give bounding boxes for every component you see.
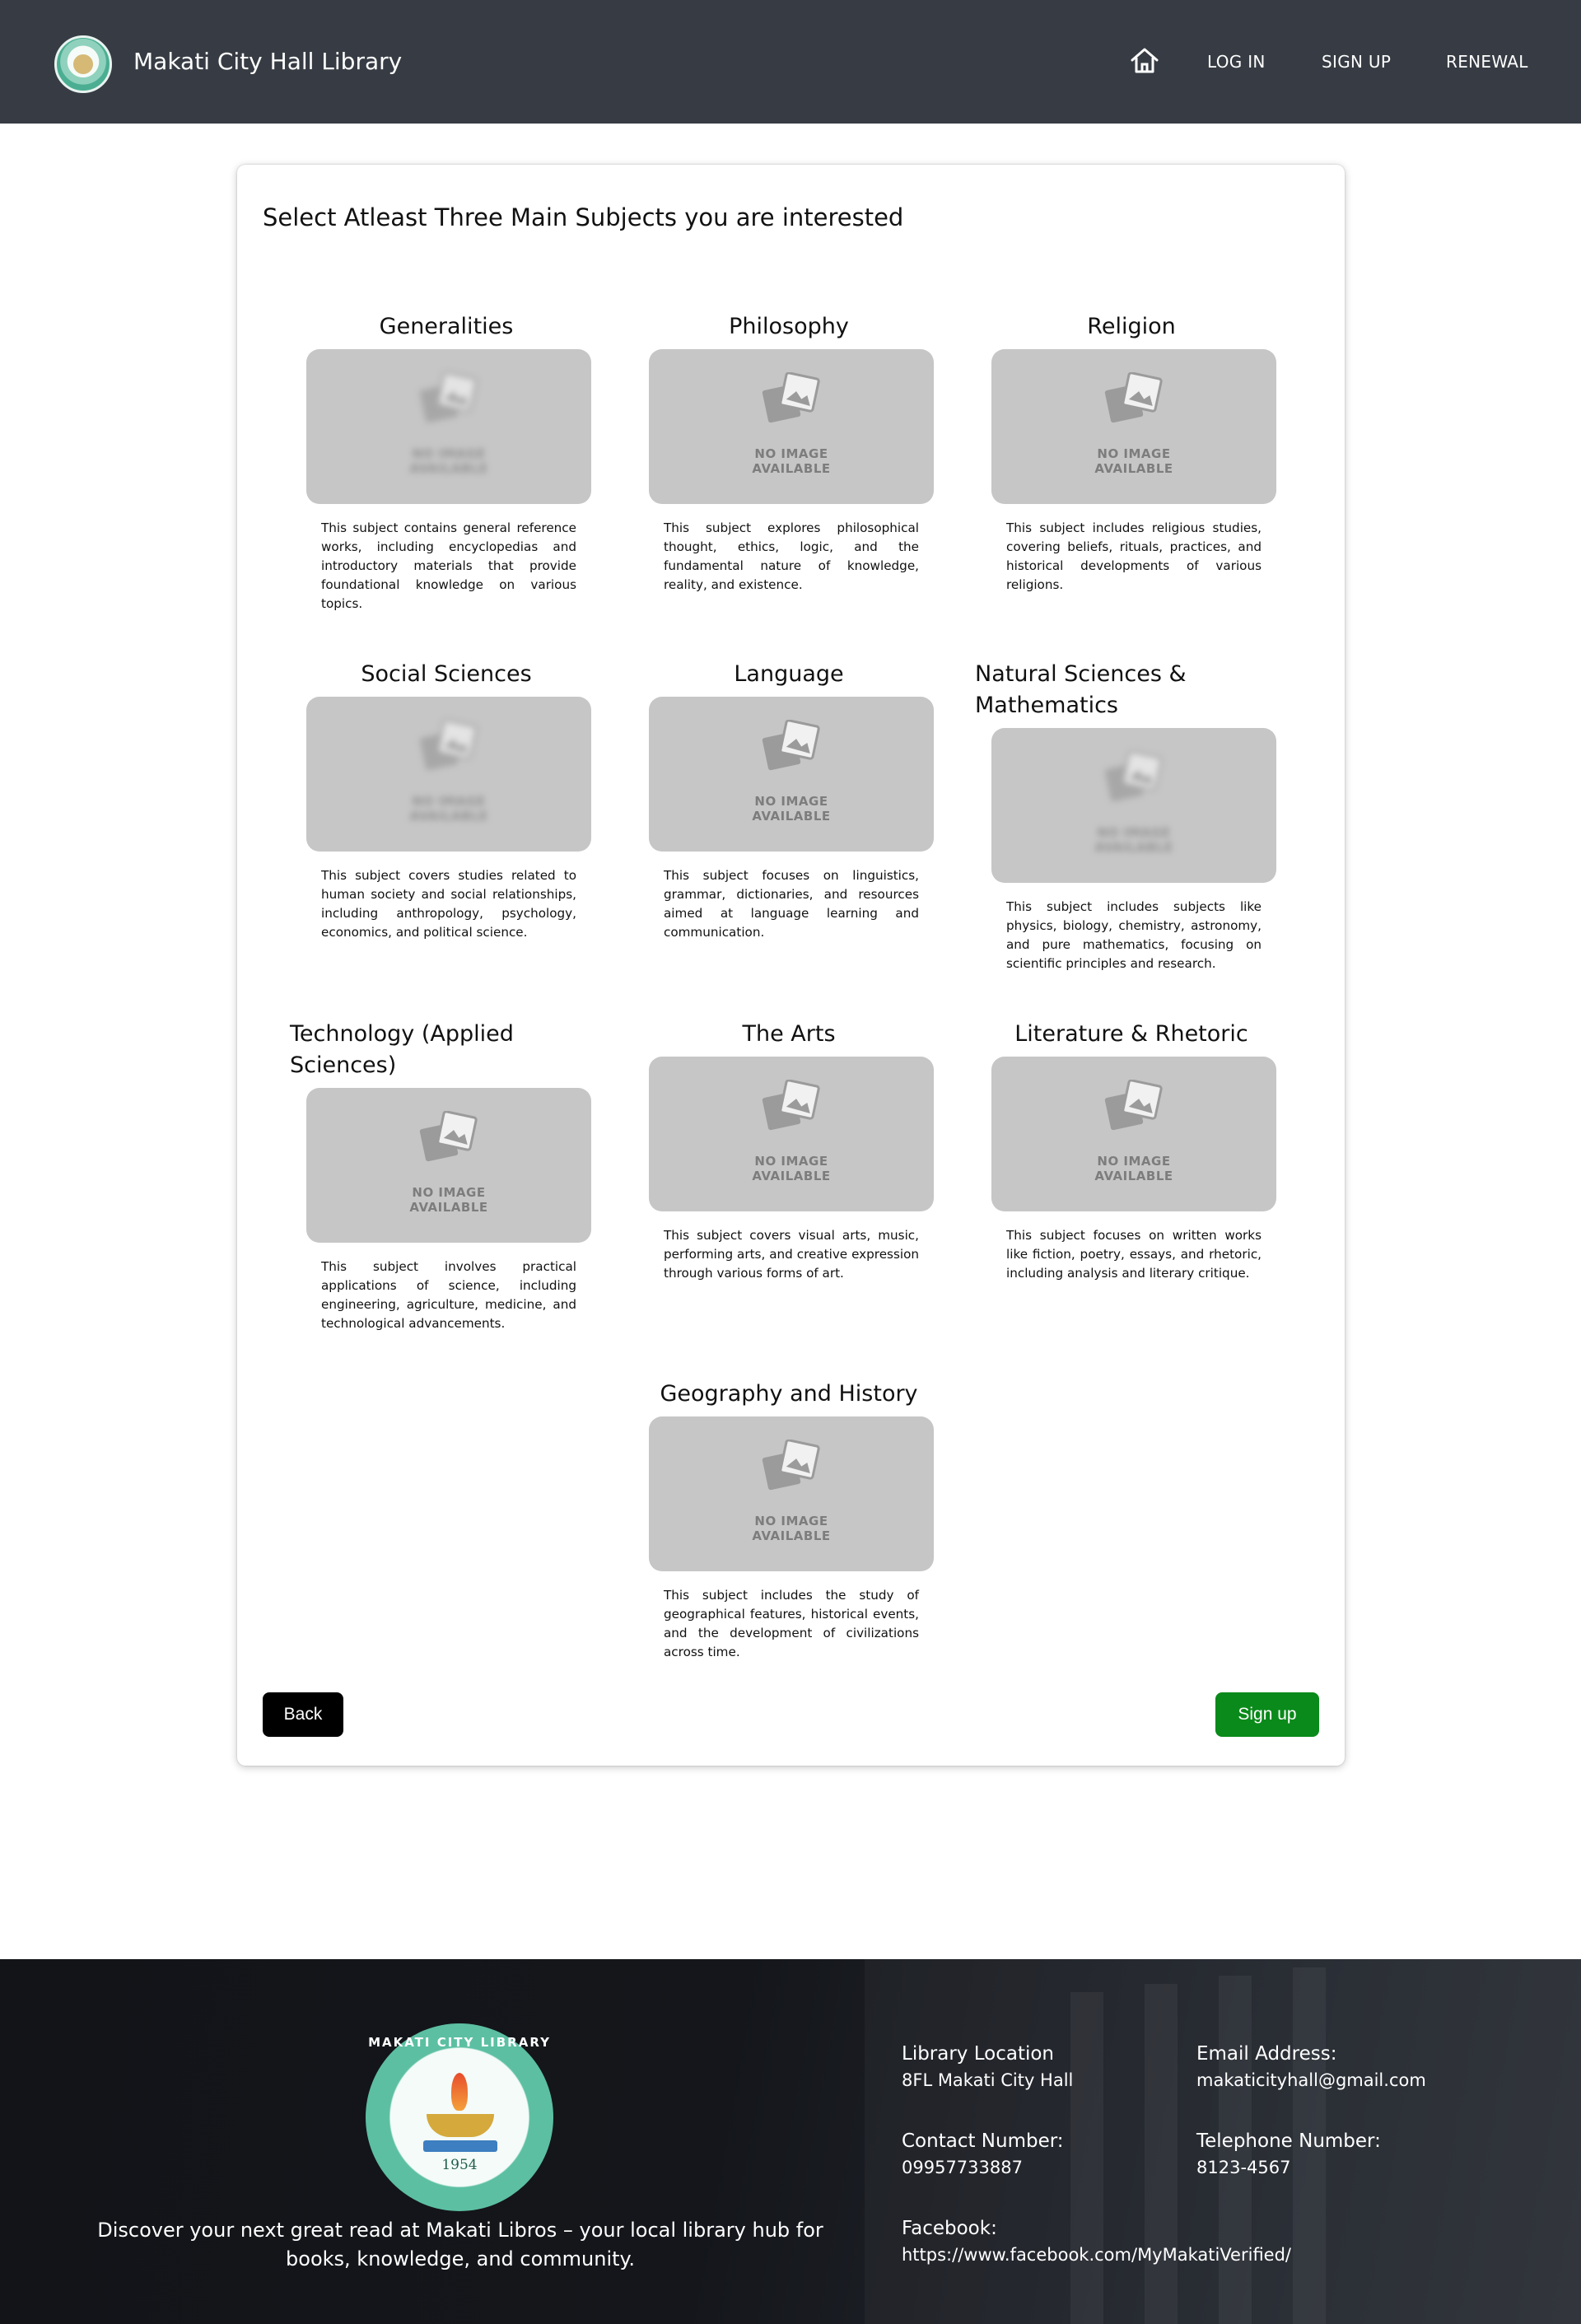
image-placeholder-icon <box>1104 372 1163 423</box>
subject-title: Natural Sciences & Mathematics <box>975 661 1187 718</box>
contact-value: 09957733887 <box>902 2158 1023 2177</box>
image-placeholder-icon <box>762 720 820 771</box>
image-placeholder-icon <box>419 720 478 771</box>
page-title: Select Atleast Three Main Subjects you a… <box>263 203 904 231</box>
subject-image-placeholder[interactable]: NO IMAGE AVAILABLE <box>649 1057 934 1211</box>
nav-login-link[interactable]: LOG IN <box>1207 49 1266 74</box>
subject-image-placeholder[interactable]: NO IMAGE AVAILABLE <box>306 349 591 504</box>
subject-description: This subject includes the study of geogr… <box>664 1588 919 1659</box>
subject-selection-card: Select Atleast Three Main Subjects you a… <box>237 165 1345 1766</box>
footer: MAKATI CITY LIBRARY 1954 Discover your n… <box>0 1959 1581 2324</box>
subject-description: This subject focuses on linguistics, gra… <box>664 868 919 940</box>
subject-title: Technology (Applied Sciences) <box>290 1021 514 1078</box>
subject-title: Philosophy <box>729 314 849 339</box>
subject-description: This subject explores philosophical thou… <box>664 520 919 592</box>
footer-background-building <box>1145 1984 1178 2324</box>
signup-button[interactable]: Sign up <box>1215 1692 1319 1737</box>
email-value[interactable]: makaticityhall@gmail.com <box>1196 2068 1426 2093</box>
subject-title: The Arts <box>742 1021 836 1047</box>
telephone-value: 8123-4567 <box>1196 2158 1291 2177</box>
no-image-label: NO IMAGE AVAILABLE <box>752 1514 831 1543</box>
image-placeholder-icon <box>762 372 820 423</box>
nav-signup-link[interactable]: SIGN UP <box>1322 49 1391 74</box>
image-placeholder-icon <box>1104 1080 1163 1131</box>
subject-description: This subject includes subjects like phys… <box>1006 899 1262 971</box>
no-image-label: NO IMAGE AVAILABLE <box>752 794 831 824</box>
email-label: Email Address: <box>1196 2043 1337 2065</box>
subject-image-placeholder[interactable]: NO IMAGE AVAILABLE <box>306 697 591 852</box>
library-seal-logo: MAKATI CITY LIBRARY 1954 <box>366 2023 553 2211</box>
no-image-label: NO IMAGE AVAILABLE <box>1094 825 1173 855</box>
subject-description: This subject covers visual arts, music, … <box>664 1228 919 1281</box>
image-placeholder-icon <box>762 1080 820 1131</box>
facebook-label: Facebook: <box>902 2218 997 2239</box>
logo-lamp-icon <box>73 54 93 74</box>
brand-title[interactable]: Makati City Hall Library <box>133 45 402 78</box>
subject-image-placeholder[interactable]: NO IMAGE AVAILABLE <box>991 349 1276 504</box>
subject-description: This subject includes religious studies,… <box>1006 520 1262 592</box>
no-image-label: NO IMAGE AVAILABLE <box>409 446 488 476</box>
subject-title: Language <box>734 661 844 687</box>
facebook-link[interactable]: https://www.facebook.com/MyMakatiVerifie… <box>902 2242 1291 2267</box>
subject-description: This subject covers studies related to h… <box>321 868 576 940</box>
no-image-label: NO IMAGE AVAILABLE <box>409 794 488 824</box>
subject-description: This subject involves practical applicat… <box>321 1259 576 1331</box>
subject-description: This subject focuses on written works li… <box>1006 1228 1262 1281</box>
nav-renewal-link[interactable]: RENEWAL <box>1446 49 1528 74</box>
lamp-icon <box>427 2114 494 2137</box>
telephone-label: Telephone Number: <box>1196 2130 1381 2152</box>
subject-image-placeholder[interactable]: NO IMAGE AVAILABLE <box>649 697 934 852</box>
subject-title: Religion <box>1087 314 1176 339</box>
image-placeholder-icon <box>762 1440 820 1491</box>
location-label: Library Location <box>902 2043 1055 2065</box>
subject-title: Geography and History <box>660 1381 918 1407</box>
image-placeholder-icon <box>419 1111 478 1162</box>
no-image-label: NO IMAGE AVAILABLE <box>1094 446 1173 476</box>
home-icon[interactable] <box>1128 44 1161 77</box>
subject-image-placeholder[interactable]: NO IMAGE AVAILABLE <box>306 1088 591 1243</box>
location-value: 8FL Makati City Hall <box>902 2070 1074 2090</box>
seal-text: MAKATI CITY LIBRARY <box>368 2035 551 2050</box>
library-logo[interactable] <box>54 35 112 93</box>
no-image-label: NO IMAGE AVAILABLE <box>1094 1154 1173 1183</box>
seal-year: 1954 <box>441 2157 478 2173</box>
subject-image-placeholder[interactable]: NO IMAGE AVAILABLE <box>991 728 1276 883</box>
flame-icon <box>451 2073 468 2111</box>
no-image-label: NO IMAGE AVAILABLE <box>409 1185 488 1215</box>
subject-title: Generalities <box>379 314 514 339</box>
no-image-label: NO IMAGE AVAILABLE <box>752 1154 831 1183</box>
footer-tagline: Discover your next great read at Makati … <box>97 2219 823 2270</box>
contact-label: Contact Number: <box>902 2130 1064 2152</box>
footer-background-building <box>1070 1992 1103 2324</box>
book-icon <box>423 2140 497 2152</box>
subject-description: This subject contains general reference … <box>321 520 576 611</box>
back-button[interactable]: Back <box>263 1692 343 1737</box>
top-navigation-bar: Makati City Hall Library LOG IN SIGN UP … <box>0 0 1581 124</box>
no-image-label: NO IMAGE AVAILABLE <box>752 446 831 476</box>
image-placeholder-icon <box>1104 751 1163 802</box>
subject-image-placeholder[interactable]: NO IMAGE AVAILABLE <box>649 349 934 504</box>
subject-title: Literature & Rhetoric <box>1014 1021 1248 1047</box>
image-placeholder-icon <box>419 372 478 423</box>
subject-image-placeholder[interactable]: NO IMAGE AVAILABLE <box>991 1057 1276 1211</box>
subject-image-placeholder[interactable]: NO IMAGE AVAILABLE <box>649 1416 934 1571</box>
subject-title: Social Sciences <box>361 661 532 687</box>
